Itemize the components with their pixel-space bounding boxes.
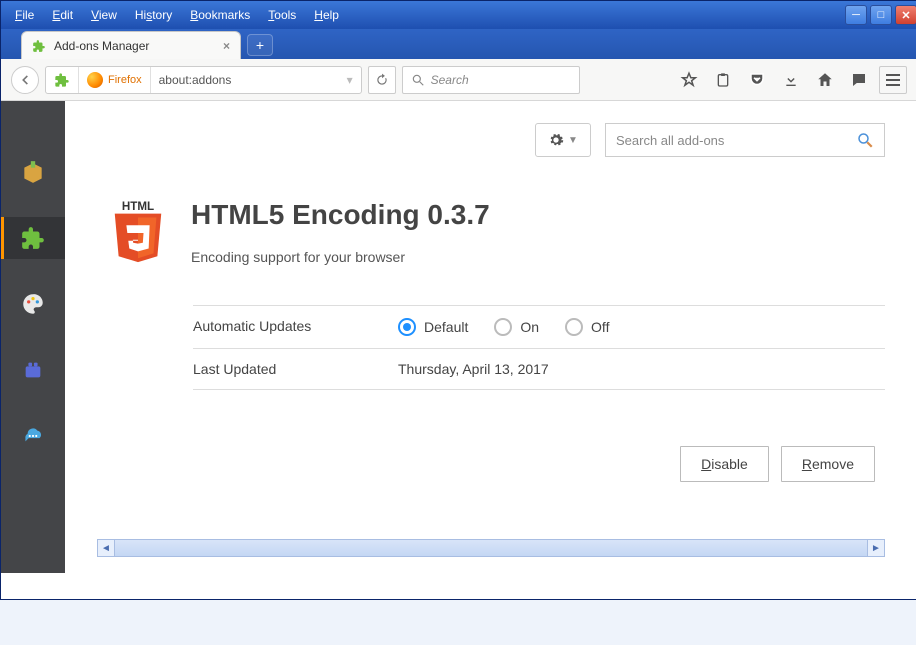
bookmark-star-button[interactable] (679, 70, 699, 90)
addons-sidebar (1, 101, 65, 573)
scroll-left-button[interactable]: ◄ (97, 539, 115, 557)
html5-logo-icon: HTML (107, 197, 169, 269)
sidebar-item-extensions[interactable] (1, 217, 65, 259)
dropdown-icon[interactable]: ▾ (347, 73, 353, 87)
automatic-updates-label: Automatic Updates (193, 318, 398, 336)
identity-box[interactable]: Firefox about:addons ▾ (45, 66, 362, 94)
back-button[interactable] (11, 66, 39, 94)
box-icon (20, 159, 46, 185)
scroll-track[interactable] (115, 539, 867, 557)
clipboard-icon (715, 72, 731, 88)
address-text: about:addons (159, 73, 232, 87)
palette-icon (20, 291, 46, 317)
menu-help[interactable]: Help (314, 8, 339, 22)
download-icon (783, 72, 799, 88)
window-close-button[interactable]: ✕ (895, 5, 916, 25)
radio-off[interactable]: Off (565, 318, 609, 336)
menu-bookmarks[interactable]: Bookmarks (190, 8, 250, 22)
addon-detail-pane: ▼ Search all add-ons HTML HTML5 Encoding… (65, 101, 916, 573)
tab-title: Add-ons Manager (54, 39, 149, 53)
menu-edit[interactable]: Edit (52, 8, 73, 22)
puzzle-icon (32, 39, 46, 53)
automatic-updates-radiogroup: Default On Off (398, 318, 885, 336)
chevron-down-icon: ▼ (568, 135, 578, 146)
navigation-toolbar: Firefox about:addons ▾ Search (1, 59, 916, 101)
menu-history[interactable]: History (135, 8, 172, 22)
remove-button[interactable]: Remove (781, 446, 875, 482)
tab-close-button[interactable]: × (223, 39, 230, 53)
window-maximize-button[interactable]: □ (870, 5, 892, 25)
sidebar-item-plugins[interactable] (1, 349, 65, 391)
toolbar-search-box[interactable]: Search (402, 66, 580, 94)
lego-icon (22, 359, 44, 381)
arrow-left-icon (18, 73, 32, 87)
last-updated-label: Last Updated (193, 361, 398, 377)
sidebar-item-services[interactable] (1, 415, 65, 457)
tab-addons-manager[interactable]: Add-ons Manager × (21, 31, 241, 59)
radio-on[interactable]: On (494, 318, 539, 336)
tabstrip: Add-ons Manager × + (1, 29, 916, 59)
menu-view[interactable]: View (91, 8, 117, 22)
search-icon (411, 73, 425, 87)
new-tab-button[interactable]: + (247, 34, 273, 56)
hamburger-menu-button[interactable] (879, 66, 907, 94)
menu-tools[interactable]: Tools (268, 8, 296, 22)
menu-file[interactable]: File (15, 8, 34, 22)
sidebar-item-appearance[interactable] (1, 283, 65, 325)
firefox-icon (87, 72, 103, 88)
magnifier-icon (856, 131, 874, 149)
pocket-icon (748, 71, 766, 89)
tools-menu-button[interactable]: ▼ (535, 123, 591, 157)
chat-button[interactable] (849, 70, 869, 90)
disable-button[interactable]: Disable (680, 446, 769, 482)
addon-title: HTML5 Encoding 0.3.7 (191, 199, 490, 231)
search-placeholder: Search (431, 73, 469, 87)
addons-search-placeholder: Search all add-ons (616, 133, 724, 148)
horizontal-scrollbar[interactable]: ◄ ► (97, 539, 885, 557)
chat-icon (850, 71, 868, 89)
home-button[interactable] (815, 70, 835, 90)
star-icon (680, 71, 698, 89)
last-updated-value: Thursday, April 13, 2017 (398, 361, 885, 377)
menubar: File Edit View History Bookmarks Tools H… (1, 1, 916, 29)
library-button[interactable] (713, 70, 733, 90)
svg-text:HTML: HTML (122, 200, 154, 213)
reload-icon (375, 73, 389, 87)
pocket-button[interactable] (747, 70, 767, 90)
scroll-right-button[interactable]: ► (867, 539, 885, 557)
radio-default[interactable]: Default (398, 318, 468, 336)
brand-label: Firefox (108, 74, 142, 86)
puzzle-icon (54, 72, 70, 88)
addons-search-input[interactable]: Search all add-ons (605, 123, 885, 157)
cloud-chat-icon (20, 423, 46, 449)
addon-description: Encoding support for your browser (191, 249, 490, 265)
home-icon (816, 71, 834, 89)
puzzle-icon (20, 225, 46, 251)
reload-button[interactable] (368, 66, 396, 94)
gear-icon (548, 132, 564, 148)
window-minimize-button[interactable]: ─ (845, 5, 867, 25)
sidebar-item-get-addons[interactable] (1, 151, 65, 193)
downloads-button[interactable] (781, 70, 801, 90)
